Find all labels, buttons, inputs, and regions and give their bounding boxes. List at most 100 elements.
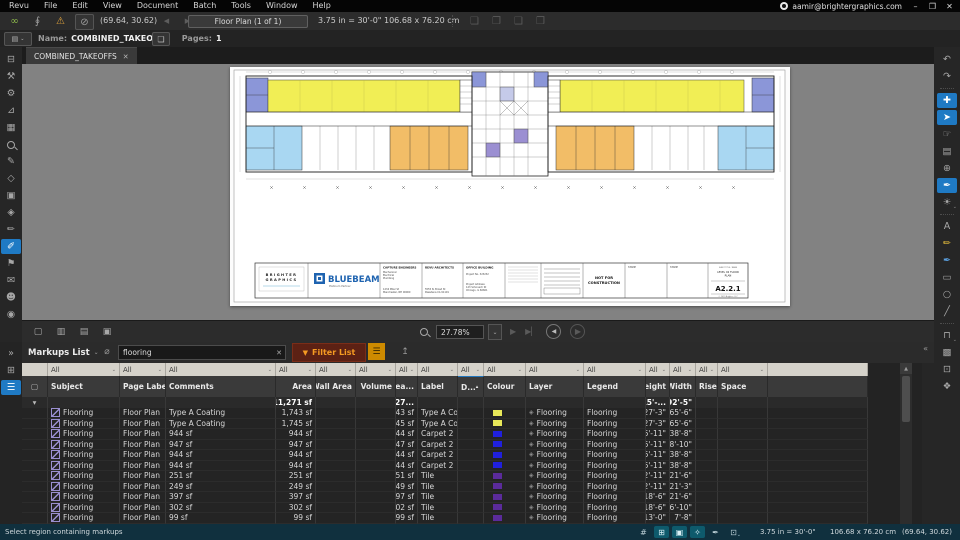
filter-all-dropdown[interactable]: All⌄ xyxy=(584,363,646,376)
filter-settings-button[interactable]: ☰ xyxy=(368,343,385,360)
column-header-area[interactable]: Area xyxy=(276,376,316,397)
markup-row[interactable]: FlooringFloor PlanType A Coating1,745 sf… xyxy=(22,419,868,430)
brightness-icon[interactable]: ☀⌄ xyxy=(937,195,957,210)
measure-pen-icon[interactable]: ✒ xyxy=(937,178,957,193)
thumbnails-icon[interactable]: ▦ xyxy=(1,120,21,135)
column-header-space[interactable]: Space xyxy=(718,376,768,397)
zoom-icon[interactable] xyxy=(416,325,432,340)
ellipse-tool-icon[interactable]: ○ xyxy=(937,287,957,302)
plugin-icon[interactable]: ❖ xyxy=(937,379,957,394)
takeoff-icon[interactable]: ✐ xyxy=(1,239,21,254)
filter-all-dropdown[interactable]: All⌄ xyxy=(718,363,768,376)
forward-view-icon[interactable]: ▶ xyxy=(570,324,585,339)
menu-tools[interactable]: Tools xyxy=(231,0,251,12)
search-icon[interactable] xyxy=(1,137,21,152)
lock-markup-icon[interactable]: ❒ xyxy=(532,14,549,28)
filter-all-dropdown[interactable]: All⌄ xyxy=(276,363,316,376)
account-info[interactable]: aamir@brightergraphics.com xyxy=(780,0,902,12)
snap-to-markup-icon[interactable]: ✧ xyxy=(690,526,705,538)
note-icon[interactable]: ▤ xyxy=(937,144,957,159)
page-selector[interactable]: Floor Plan (1 of 1) xyxy=(188,15,308,28)
table-scrollbar[interactable]: ▲ xyxy=(900,363,912,524)
column-header-rise-[interactable]: Rise/... xyxy=(696,376,718,397)
hand-icon[interactable]: ☞ xyxy=(937,127,957,142)
single-page-icon[interactable]: ▢ xyxy=(30,324,46,339)
tab-close-icon[interactable]: ✕ xyxy=(123,53,129,61)
column-header-layer[interactable]: Layer xyxy=(526,376,584,397)
filter-all-dropdown[interactable]: All⌄ xyxy=(646,363,670,376)
snap-to-content-icon[interactable]: ▣ xyxy=(672,526,687,538)
menu-revu[interactable]: Revu xyxy=(9,0,29,12)
select-all-checkbox[interactable]: ▢ xyxy=(22,376,48,397)
column-header-colour[interactable]: Colour xyxy=(484,376,526,397)
select-all-icon[interactable]: ❏ xyxy=(466,14,483,28)
restore-button[interactable]: ❐ xyxy=(924,0,941,12)
markup-row[interactable]: FlooringFloor Plan944 sf944 sf944 sfCarp… xyxy=(22,461,868,472)
markup-row[interactable]: FlooringFloor Plan947 sf947 sf947 sfCarp… xyxy=(22,440,868,451)
split-view-icon[interactable]: ⊟ xyxy=(1,52,21,67)
page-setup-icon[interactable]: ▣ xyxy=(99,324,115,339)
column-header-width[interactable]: Width xyxy=(670,376,696,397)
signatures-icon[interactable]: ✎ xyxy=(1,154,21,169)
markup-row[interactable]: FlooringFloor Plan249 sf249 sf249 sfTile… xyxy=(22,482,868,493)
close-button[interactable]: ✕ xyxy=(941,0,958,12)
prev-page-icon[interactable]: ◀ xyxy=(158,14,175,28)
rectangle-tool-icon[interactable]: ▭ xyxy=(937,270,957,285)
menu-help[interactable]: Help xyxy=(313,0,331,12)
column-header-page-label[interactable]: Page Label xyxy=(120,376,166,397)
ungroup-icon[interactable]: ❑ xyxy=(510,14,527,28)
studio-chat-icon[interactable]: ✉ xyxy=(1,273,21,288)
capture-icon[interactable]: ◉ xyxy=(1,307,21,322)
markup-mode-icon[interactable]: ⊘ xyxy=(75,14,94,30)
measurements-icon[interactable]: ⊿ xyxy=(1,103,21,118)
select-cursor-icon[interactable]: ➤ xyxy=(937,110,957,125)
filter-all-dropdown[interactable]: All⌄ xyxy=(458,363,484,376)
menu-document[interactable]: Document xyxy=(137,0,178,12)
snap-to-grid-icon[interactable]: ⊞ xyxy=(654,526,669,538)
markup-summary-icon[interactable]: ✏ xyxy=(1,222,21,237)
markups-list-tab-icon[interactable]: ☰ xyxy=(1,380,21,395)
scrollbar-thumb[interactable] xyxy=(902,376,910,422)
menu-file[interactable]: File xyxy=(44,0,57,12)
column-header-label[interactable]: Label xyxy=(418,376,458,397)
summary-row[interactable]: ▾11,271 sf11,27...415'-...592'-5" xyxy=(22,397,868,408)
document-canvas[interactable]: BRIGHTER GRAPHICS BLUEBEAM Platinum Part… xyxy=(22,64,934,320)
column-header-height[interactable]: Height xyxy=(646,376,670,397)
web-tab-icon[interactable]: ⊕ xyxy=(937,161,957,176)
collapse-panel-icon[interactable]: « xyxy=(923,344,928,353)
filter-all-dropdown[interactable]: All⌄ xyxy=(356,363,396,376)
filter-all-dropdown[interactable]: All⌄ xyxy=(166,363,276,376)
column-header-wall-area[interactable]: Wall Area xyxy=(316,376,356,397)
grid-icon[interactable]: # xyxy=(636,526,651,538)
floor-plan-sheet[interactable]: BRIGHTER GRAPHICS BLUEBEAM Platinum Part… xyxy=(230,67,790,306)
filter-all-dropdown[interactable]: All⌄ xyxy=(696,363,718,376)
split-horizontal-icon[interactable]: ▤ xyxy=(76,324,92,339)
scroll-up-icon[interactable]: ▲ xyxy=(900,363,912,374)
undo-icon[interactable]: ↶ xyxy=(937,52,957,67)
summary-icon[interactable]: ⊞ xyxy=(1,363,21,378)
markup-row[interactable]: FlooringFloor Plan99 sf99 sf99 sfTile◈Fl… xyxy=(22,513,868,524)
markup-row[interactable]: FlooringFloor Plan251 sf251 sf251 sfTile… xyxy=(22,471,868,482)
filter-all-dropdown[interactable]: All⌄ xyxy=(120,363,166,376)
studio-people-icon[interactable]: ☻ xyxy=(1,290,21,305)
column-header-volume[interactable]: Volume xyxy=(356,376,396,397)
polyline-tool-icon[interactable]: ╱ xyxy=(937,304,957,319)
filter-all-dropdown[interactable]: All⌄ xyxy=(316,363,356,376)
text-tool-icon[interactable]: A xyxy=(937,219,957,234)
highlighter-icon[interactable]: ✏ xyxy=(937,236,957,251)
zoom-level-input[interactable]: 27.78% xyxy=(436,325,484,339)
hide-markups-icon[interactable]: ⌀ xyxy=(100,345,114,359)
file-access-icon[interactable]: ▣ xyxy=(1,188,21,203)
redo-icon[interactable]: ↷ xyxy=(937,69,957,84)
column-header-legend[interactable]: Legend xyxy=(584,376,646,397)
filter-all-dropdown[interactable]: All⌄ xyxy=(526,363,584,376)
pen-input-icon[interactable]: ✒ xyxy=(708,526,723,538)
menu-edit[interactable]: Edit xyxy=(72,0,88,12)
sets-icon[interactable]: ⚑ xyxy=(1,256,21,271)
group-icon[interactable]: ❐ xyxy=(488,14,505,28)
snapshot-tool-icon[interactable]: ⊡ xyxy=(937,362,957,377)
pen-tool-icon[interactable]: ✒ xyxy=(937,253,957,268)
minimize-button[interactable]: – xyxy=(907,0,924,12)
markups-search-input[interactable] xyxy=(119,348,273,357)
filter-list-button[interactable]: ▼ Filter List xyxy=(292,343,366,362)
